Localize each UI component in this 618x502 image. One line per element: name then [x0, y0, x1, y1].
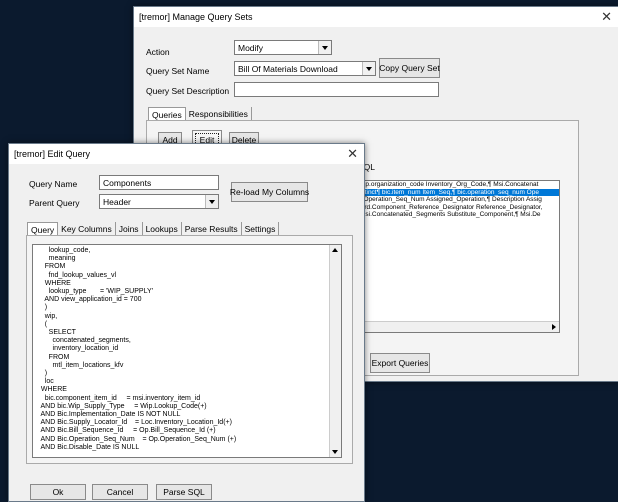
query-set-name-label: Query Set Name — [146, 66, 210, 76]
parent-query-select[interactable]: Header — [99, 194, 219, 209]
chevron-right-icon[interactable] — [552, 324, 556, 330]
parent-query-label: Parent Query — [29, 198, 80, 208]
list-item-selected[interactable]: istinct¶ bic.item_num Item_Seq,¶ bic.ope… — [359, 188, 559, 196]
close-icon[interactable]: ✕ — [347, 146, 358, 162]
query-set-name-select[interactable]: Bill Of Materials Download — [234, 61, 376, 76]
action-select[interactable]: Modify — [234, 40, 332, 55]
cancel-button[interactable]: Cancel — [92, 484, 148, 500]
query-set-name-value: Bill Of Materials Download — [238, 64, 338, 74]
query-set-description-label: Query Set Description — [146, 86, 230, 96]
sql-editor[interactable]: lookup_code, meaning FROM fnd_lookup_val… — [32, 244, 342, 458]
chevron-down-icon[interactable] — [362, 62, 375, 75]
chevron-up-icon[interactable] — [332, 248, 338, 252]
queries-list[interactable]: mp.organization_code Inventory_Org_Code,… — [358, 180, 560, 333]
action-value: Modify — [238, 43, 264, 53]
sql-text[interactable]: lookup_code, meaning FROM fnd_lookup_val… — [33, 245, 341, 454]
edit-title-bar: [tremor] Edit Query ✕ — [9, 144, 364, 164]
parent-query-value: Header — [103, 197, 131, 207]
parse-sql-button[interactable]: Parse SQL — [156, 484, 212, 500]
list-item[interactable]: Msi.Concatenated_Segments Substitute_Com… — [359, 211, 559, 219]
copy-query-set-button[interactable]: Copy Query Set — [379, 58, 440, 78]
chevron-down-icon[interactable] — [332, 450, 338, 454]
list-item[interactable]: | Operation_Seq_Num Assigned_Operation,¶… — [359, 196, 559, 204]
action-label: Action — [146, 47, 170, 57]
query-name-input[interactable]: Components — [99, 175, 219, 190]
query-set-description-input[interactable] — [234, 82, 439, 97]
horizontal-scrollbar[interactable] — [359, 321, 559, 332]
list-item[interactable]: mp.organization_code Inventory_Org_Code,… — [359, 181, 559, 189]
manage-title-bar: [tremor] Manage Query Sets ✕ — [134, 7, 618, 27]
query-name-label: Query Name — [29, 179, 78, 189]
list-item[interactable]: Brd.Component_Reference_Designator Refer… — [359, 204, 559, 212]
edit-title: [tremor] Edit Query — [14, 149, 91, 159]
export-queries-button[interactable]: Export Queries — [370, 353, 430, 373]
close-icon[interactable]: ✕ — [601, 9, 612, 25]
chevron-down-icon[interactable] — [205, 195, 218, 208]
ok-button[interactable]: Ok — [30, 484, 86, 500]
chevron-down-icon[interactable] — [318, 41, 331, 54]
reload-my-columns-button[interactable]: Re-load My Columns — [230, 182, 309, 202]
manage-title: [tremor] Manage Query Sets — [139, 12, 253, 22]
vertical-scrollbar[interactable] — [329, 245, 341, 457]
edit-query-dialog: [tremor] Edit Query ✕ Query Name Compone… — [8, 143, 365, 502]
